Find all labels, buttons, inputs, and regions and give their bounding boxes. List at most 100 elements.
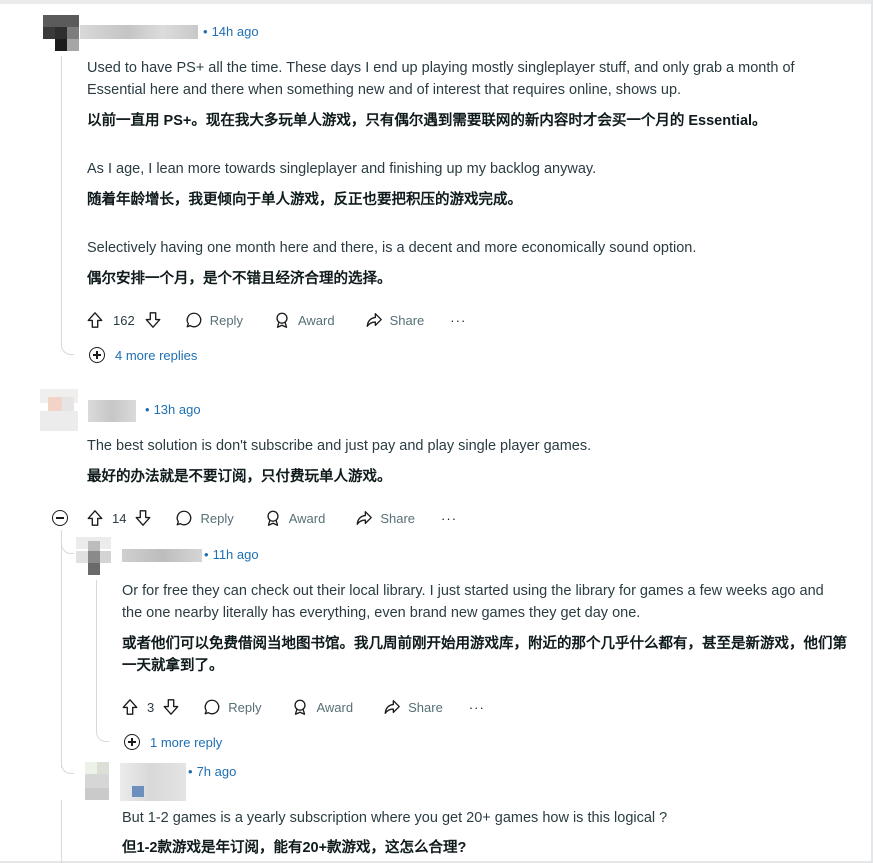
avatar[interactable] — [85, 762, 109, 800]
share-label: Share — [380, 510, 416, 526]
username-blurred[interactable] — [80, 25, 198, 39]
downvote-button[interactable] — [144, 311, 162, 329]
upvote-button[interactable] — [86, 311, 104, 329]
thread-line[interactable] — [61, 530, 62, 768]
reply-label: Reply — [200, 510, 234, 526]
comment-meta: • 13h ago — [145, 402, 201, 417]
vote-count: 3 — [147, 699, 155, 715]
award-button[interactable]: Award — [273, 311, 335, 329]
top-divider — [0, 0, 873, 4]
timestamp[interactable]: 13h ago — [154, 402, 201, 417]
award-button[interactable]: Award — [291, 698, 353, 716]
comment-text-cn: 偶尔安排一个月，是个不错且经济合理的选择。 — [87, 271, 392, 287]
comment-text-cn: 或者他们可以免费借阅当地图书馆。我几周前刚开始用游戏库，附近的那个几乎什么都有，… — [122, 636, 847, 674]
more-icon: ··· — [468, 699, 485, 715]
username-blurred — [132, 786, 144, 797]
upvote-icon — [122, 699, 138, 715]
reply-button[interactable]: Reply — [203, 698, 261, 716]
downvote-icon — [136, 510, 151, 526]
comment-text-cn: 最好的办法就是不要订阅，只付费玩单人游戏。 — [87, 469, 392, 485]
reply-label: Reply — [209, 312, 243, 328]
thread-line[interactable] — [61, 800, 62, 863]
upvote-button[interactable] — [121, 698, 139, 716]
comment-body: But 1-2 games is a yearly subscription w… — [122, 807, 847, 859]
award-icon — [276, 312, 288, 328]
comment-meta: • 7h ago — [188, 764, 237, 779]
timestamp[interactable]: 14h ago — [212, 24, 259, 39]
comment-meta: • 11h ago — [204, 547, 259, 562]
award-label: Award — [316, 699, 354, 715]
share-label: Share — [408, 699, 443, 715]
share-icon — [384, 700, 400, 714]
upvote-icon — [87, 510, 103, 526]
upvote-icon — [87, 312, 103, 328]
comment-icon — [204, 699, 220, 715]
share-label: Share — [389, 312, 425, 328]
reply-button[interactable]: Reply — [175, 509, 234, 527]
comment-text-cn: 以前一直用 PS+。现在我大多玩单人游戏，只有偶尔遇到需要联网的新内容时才会买一… — [87, 113, 767, 129]
more-icon: ··· — [450, 312, 467, 328]
username-blurred[interactable] — [120, 763, 186, 801]
comment-text-cn: 随着年龄增长，我更倾向于单人游戏，反正也要把积压的游戏完成。 — [87, 192, 522, 208]
comment-icon — [177, 510, 192, 526]
comment-text-en: As I age, I lean more towards singleplay… — [87, 161, 597, 177]
share-button[interactable]: Share — [383, 698, 443, 716]
avatar[interactable] — [40, 389, 78, 431]
vote-count: 14 — [112, 510, 127, 526]
award-icon — [267, 510, 279, 526]
vote-count: 162 — [113, 312, 135, 328]
thread-curve — [96, 729, 109, 742]
collapse-icon[interactable] — [52, 510, 68, 526]
comment-text-en: Selectively having one month here and th… — [87, 240, 697, 256]
comment-body: The best solution is don't subscribe and… — [87, 435, 847, 488]
share-button[interactable]: Share — [355, 509, 415, 527]
reply-label: Reply — [228, 699, 262, 715]
more-replies-link[interactable]: 1 more reply — [124, 734, 222, 750]
comment-body: Used to have PS+ all the time. These day… — [87, 57, 847, 290]
downvote-button[interactable] — [162, 698, 180, 716]
timestamp[interactable]: 7h ago — [197, 764, 237, 779]
upvote-button[interactable] — [86, 509, 104, 527]
more-options-button[interactable]: ··· — [450, 313, 466, 328]
thread-curve — [61, 541, 74, 554]
thread-line[interactable] — [61, 56, 62, 346]
more-options-button[interactable]: ··· — [441, 511, 457, 526]
comment-text-en: Used to have PS+ all the time. These day… — [87, 60, 795, 98]
comment-text-en: But 1-2 games is a yearly subscription w… — [122, 810, 668, 826]
reply-button[interactable]: Reply — [185, 311, 243, 329]
thread-curve — [61, 761, 74, 774]
comment-text-en: The best solution is don't subscribe and… — [87, 438, 592, 454]
comment-actions: 14 Reply Award Share ··· — [86, 506, 457, 530]
more-replies-label: 4 more replies — [115, 347, 198, 363]
downvote-icon — [163, 699, 179, 715]
comment-meta: • 14h ago — [203, 24, 259, 39]
expand-icon — [124, 734, 140, 750]
timestamp[interactable]: 11h ago — [213, 547, 259, 562]
thread-curve — [61, 342, 74, 355]
more-replies-label: 1 more reply — [150, 734, 223, 750]
more-icon: ··· — [441, 510, 458, 526]
award-label: Award — [297, 312, 335, 328]
share-button[interactable]: Share — [365, 311, 425, 329]
comment-actions: 162 Reply Award Share ··· — [86, 308, 466, 332]
downvote-icon — [145, 312, 161, 328]
comment-text-en: Or for free they can check out their loc… — [122, 583, 824, 621]
award-icon — [294, 699, 307, 715]
award-label: Award — [288, 510, 326, 526]
more-options-button[interactable]: ··· — [469, 700, 485, 715]
share-icon — [356, 511, 373, 525]
more-replies-link[interactable]: 4 more replies — [89, 347, 197, 363]
username-blurred[interactable] — [122, 549, 202, 562]
expand-icon — [89, 347, 105, 363]
comment-thread: • 14h ago Used to have PS+ all the time. … — [0, 0, 873, 863]
comment-text-cn: 但1-2款游戏是年订阅，能有20+款游戏，这怎么合理? — [122, 840, 467, 856]
avatar[interactable] — [43, 15, 79, 51]
award-button[interactable]: Award — [264, 509, 326, 527]
downvote-button[interactable] — [134, 509, 152, 527]
avatar[interactable] — [76, 537, 111, 575]
comment-body: Or for free they can check out their loc… — [122, 580, 847, 677]
share-icon — [366, 313, 382, 327]
thread-line[interactable] — [96, 580, 97, 730]
username-blurred[interactable] — [88, 400, 136, 422]
comment-actions: 3 Reply Award Share ··· — [121, 695, 485, 719]
